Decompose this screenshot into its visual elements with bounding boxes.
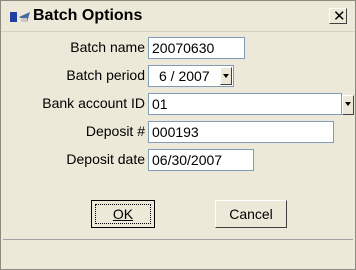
- batch-options-dialog: Batch Options ✕ Batch name 20070630 Batc…: [0, 0, 356, 270]
- focus-indicator: [95, 204, 151, 224]
- app-icon: [10, 12, 30, 22]
- ok-button[interactable]: OK: [91, 200, 155, 228]
- cancel-button[interactable]: Cancel: [215, 200, 287, 228]
- window-title: Batch Options: [33, 7, 143, 24]
- batch-name-label: Batch name: [70, 39, 145, 55]
- bank-account-id-label: Bank account ID: [42, 95, 145, 111]
- batch-period-field[interactable]: 6 / 2007: [148, 65, 234, 87]
- close-icon: ✕: [333, 7, 346, 25]
- bank-account-id-field[interactable]: 01: [148, 93, 342, 115]
- deposit-date-field[interactable]: 06/30/2007: [148, 149, 254, 171]
- cancel-button-label: Cancel: [229, 206, 273, 222]
- batch-period-value: 6 / 2007: [159, 68, 210, 84]
- batch-period-label: Batch period: [66, 67, 145, 83]
- batch-name-field[interactable]: 20070630: [148, 37, 245, 59]
- deposit-date-label: Deposit date: [66, 151, 145, 167]
- batch-period-dropdown-button[interactable]: [220, 67, 232, 85]
- title-bar: Batch Options ✕: [1, 1, 355, 32]
- close-button[interactable]: ✕: [329, 7, 347, 25]
- deposit-number-field[interactable]: 000193: [148, 121, 334, 143]
- status-bar: [3, 239, 353, 263]
- bank-account-dropdown-button[interactable]: [342, 95, 354, 115]
- deposit-number-label: Deposit #: [85, 123, 145, 139]
